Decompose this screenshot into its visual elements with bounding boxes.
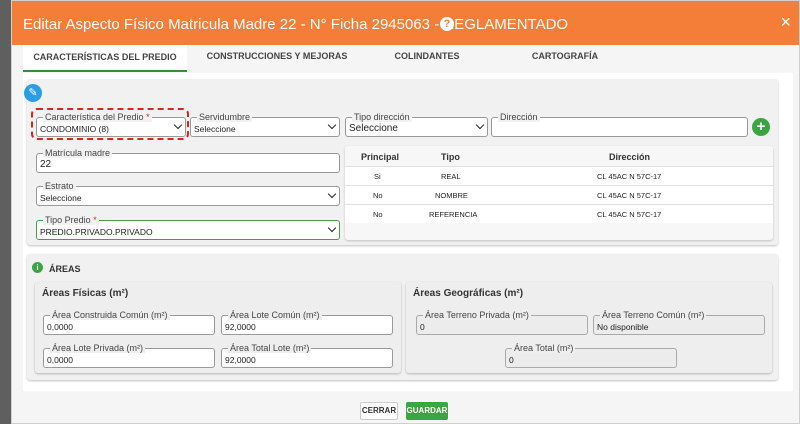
servidumbre-value: Seleccione [194,124,236,134]
cell-principal: Si [374,172,381,181]
cell-tipo: NOMBRE [435,191,468,200]
area-terreno-comun-value: No disponible [597,322,649,332]
help-icon[interactable]: ? [440,17,454,31]
area-total-value: 0 [509,355,514,365]
tipo-direccion-select[interactable]: Tipo dirección Seleccione [345,112,488,137]
tab-cartografia[interactable]: CARTOGRAFÍA [487,51,643,61]
col-direccion: Dirección [609,152,651,162]
area-lote-privada-input[interactable]: Área Lote Privada (m²) 0,0000 [43,343,215,368]
area-terreno-comun-label: Área Terreno Común (m²) [600,310,707,320]
matricula-value: 22 [40,159,52,170]
cell-direccion: CL 45AC N 57C-17 [597,191,662,200]
chevron-down-icon [327,223,337,233]
cell-tipo: REAL [441,172,461,181]
area-construida-value: 0,0000 [47,322,73,332]
tab-colindantes[interactable]: COLINDANTES [367,51,487,61]
servidumbre-label: Servidumbre [197,112,253,122]
cell-principal: No [373,191,383,200]
areas-title: ÁREAS [49,264,81,274]
servidumbre-select[interactable]: Servidumbre Seleccione [190,112,340,137]
col-tipo: Tipo [441,152,460,162]
cell-principal: No [373,210,383,219]
highlight-outline [31,108,189,140]
guardar-button[interactable]: GUARDAR [406,402,448,420]
required-mark: * [93,215,97,225]
close-icon[interactable]: × [780,13,791,31]
chevron-down-icon [475,120,485,130]
area-total-label: Área Total (m²) [512,343,576,353]
tab-bar: CARACTERÍSTICAS DEL PREDIO CONSTRUCCIONE… [23,45,793,72]
area-total-lote-input[interactable]: Área Total Lote (m²) 92,0000 [221,343,393,368]
area-total-input: Área Total (m²) 0 [505,343,677,368]
area-construida-input[interactable]: Área Construida Común (m²) 0,0000 [43,310,215,335]
area-lote-comun-label: Área Lote Común (m²) [228,310,322,320]
tab-construcciones[interactable]: CONSTRUCCIONES Y MEJORAS [187,51,367,61]
matricula-madre-input[interactable]: Matrícula madre 22 [36,148,340,173]
direccion-label: Dirección [498,112,540,122]
area-terreno-privada-value: 0 [420,322,425,332]
tipo-direccion-value: Seleccione [349,123,398,134]
cell-direccion: CL 45AC N 57C-17 [597,210,662,219]
area-total-lote-value: 92,0000 [225,355,256,365]
areas-fisicas-title: Áreas Físicas (m²) [42,288,129,299]
estrato-value: Seleccione [40,193,82,203]
tipo-predio-value: PREDIO.PRIVADO.PRIVADO [40,227,153,237]
area-lote-comun-value: 92,0000 [225,322,256,332]
estrato-label: Estrato [43,181,76,191]
cell-tipo: REFERENCIA [429,210,478,219]
area-terreno-comun-input: Área Terreno Común (m²) No disponible [593,310,765,335]
tipo-direccion-label: Tipo dirección [352,112,412,122]
cerrar-button[interactable]: CERRAR [360,402,398,420]
areas-geograficas-title: Áreas Geográficas (m²) [413,288,524,299]
direccion-input[interactable]: Dirección [491,112,748,137]
cell-direccion: CL 45AC N 57C-17 [597,172,662,181]
chevron-down-icon [327,120,337,130]
col-principal: Principal [361,152,400,162]
modal-header: Editar Aspecto Físico Matricula Madre 22… [12,1,799,45]
area-lote-privada-label: Área Lote Privada (m²) [50,343,146,353]
tab-caracteristicas[interactable]: CARACTERÍSTICAS DEL PREDIO [23,45,187,72]
chevron-down-icon [327,189,337,199]
table-row[interactable]: No NOMBRE CL 45AC N 57C-17 [345,185,773,204]
estrato-select[interactable]: Estrato Seleccione [36,181,340,206]
area-lote-comun-input[interactable]: Área Lote Común (m²) 92,0000 [221,310,393,335]
tipo-predio-select[interactable]: Tipo Predio * PREDIO.PRIVADO.PRIVADO [36,215,340,240]
table-row[interactable]: No REFERENCIA CL 45AC N 57C-17 [345,204,773,223]
address-table: Principal Tipo Dirección Si REAL CL 45AC… [345,146,773,240]
add-address-button[interactable]: + [752,118,770,136]
area-total-lote-label: Área Total Lote (m²) [228,343,312,353]
info-icon: i [32,262,43,273]
area-lote-privada-value: 0,0000 [47,355,73,365]
tipo-predio-label: Tipo Predio [45,215,91,225]
matricula-label: Matrícula madre [43,148,113,158]
pencil-icon[interactable]: ✎ [24,84,42,102]
modal-title: Editar Aspecto Físico Matricula Madre 22… [23,16,569,33]
table-row[interactable]: Si REAL CL 45AC N 57C-17 [345,166,773,185]
area-terreno-privada-label: Área Terreno Privada (m²) [423,310,531,320]
area-terreno-privada-input: Área Terreno Privada (m²) 0 [416,310,588,335]
area-construida-label: Área Construida Común (m²) [50,310,170,320]
